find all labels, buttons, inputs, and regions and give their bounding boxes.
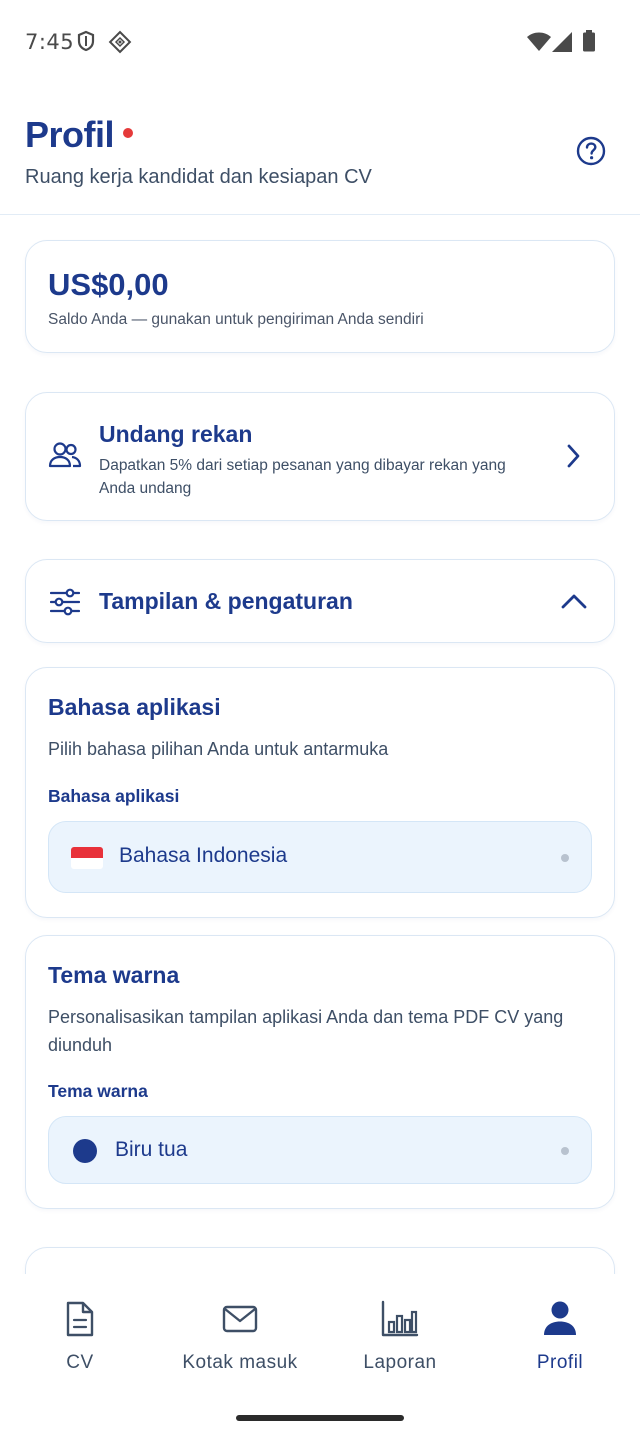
balance-card: US$0,00 Saldo Anda — gunakan untuk pengi… xyxy=(25,240,615,353)
page-title: Profil xyxy=(25,114,115,155)
language-field-label: Bahasa aplikasi xyxy=(48,786,180,806)
select-indicator-icon xyxy=(561,1147,569,1155)
nav-item-profile[interactable]: Profil xyxy=(480,1296,640,1386)
users-icon xyxy=(48,441,82,474)
nav-item-cv[interactable]: CV xyxy=(0,1296,160,1386)
nav-label-profile: Profil xyxy=(536,1352,584,1373)
next-section-card xyxy=(25,1247,615,1274)
theme-selected-value: Biru tua xyxy=(115,1138,188,1161)
nav-item-inbox[interactable]: Kotak masuk xyxy=(160,1296,320,1386)
battery-icon xyxy=(582,30,596,57)
select-indicator-icon xyxy=(561,854,569,862)
chevron-right-icon xyxy=(564,443,584,474)
wifi-icon xyxy=(527,32,551,57)
nav-label-cv: CV xyxy=(66,1352,94,1373)
shield-icon xyxy=(76,30,96,57)
nav-label-reports: Laporan xyxy=(363,1352,437,1373)
language-title: Bahasa aplikasi xyxy=(48,694,221,720)
home-indicator[interactable] xyxy=(236,1415,404,1421)
language-card: Bahasa aplikasi Pilih bahasa pilihan And… xyxy=(25,667,615,918)
invite-title: Undang rekan xyxy=(99,421,253,447)
language-select[interactable]: Bahasa Indonesia xyxy=(48,821,592,893)
diamond-grid-icon xyxy=(108,30,132,59)
invite-description: Dapatkan 5% dari setiap pesanan yang dib… xyxy=(99,457,506,497)
nav-item-reports[interactable]: Laporan xyxy=(320,1296,480,1386)
page-subtitle: Ruang kerja kandidat dan kesiapan CV xyxy=(25,166,372,188)
theme-title: Tema warna xyxy=(48,962,180,988)
theme-field-label: Tema warna xyxy=(48,1081,148,1101)
indonesia-flag-icon xyxy=(71,847,103,869)
settings-title: Tampilan & pengaturan xyxy=(99,588,353,614)
color-swatch-icon xyxy=(73,1139,97,1163)
cellular-signal-icon xyxy=(552,32,572,57)
balance-amount: US$0,00 xyxy=(48,267,169,302)
help-button[interactable] xyxy=(576,136,606,166)
person-icon xyxy=(543,1300,577,1341)
bottom-navigation: CV Kotak masuk Laporan Profil xyxy=(0,1274,640,1404)
nav-label-inbox: Kotak masuk xyxy=(182,1352,298,1373)
settings-section-toggle[interactable]: Tampilan & pengaturan xyxy=(25,559,615,643)
theme-select[interactable]: Biru tua xyxy=(48,1116,592,1184)
theme-description: Personalisasikan tampilan aplikasi Anda … xyxy=(48,1007,564,1055)
document-icon xyxy=(64,1300,96,1343)
status-time: 7:45 xyxy=(25,30,75,54)
chevron-up-icon xyxy=(561,592,587,615)
mail-icon xyxy=(222,1304,258,1339)
status-bar: 7:45 xyxy=(0,0,640,84)
profile-scroll-area[interactable]: US$0,00 Saldo Anda — gunakan untuk pengi… xyxy=(0,216,640,1274)
help-circle-icon xyxy=(576,136,606,166)
language-selected-value: Bahasa Indonesia xyxy=(119,844,288,867)
bar-chart-icon xyxy=(381,1300,419,1343)
notification-dot xyxy=(123,128,133,138)
language-description: Pilih bahasa pilihan Anda untuk antarmuk… xyxy=(48,739,389,759)
page-header: Profil Ruang kerja kandidat dan kesiapan… xyxy=(0,100,640,215)
invite-colleague-card[interactable]: Undang rekan Dapatkan 5% dari setiap pes… xyxy=(25,392,615,521)
balance-description: Saldo Anda — gunakan untuk pengiriman An… xyxy=(48,311,424,328)
sliders-icon xyxy=(49,588,81,621)
theme-card: Tema warna Personalisasikan tampilan apl… xyxy=(25,935,615,1209)
